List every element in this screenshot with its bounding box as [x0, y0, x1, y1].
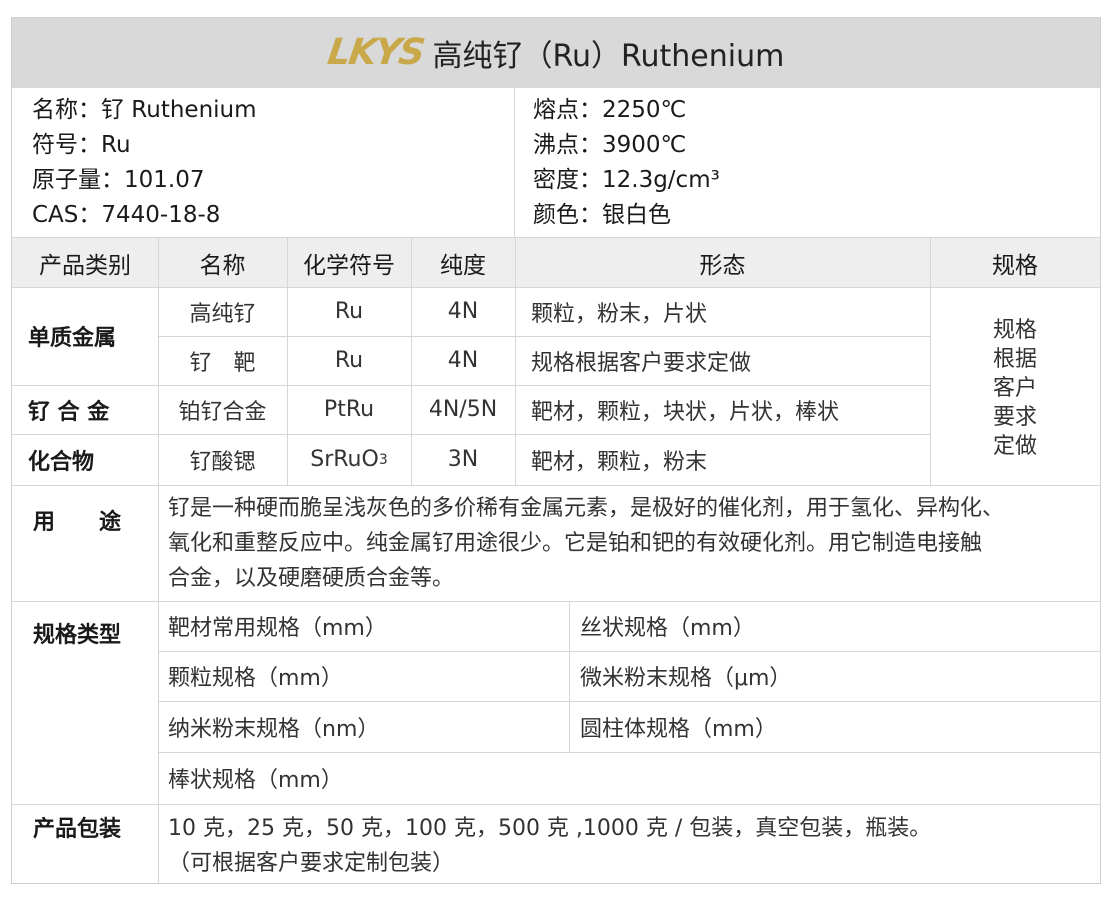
info-density: 密度：12.3g/cm³ — [533, 167, 720, 193]
info-boiling-point: 沸点：3900℃ — [533, 132, 687, 158]
info-right: 熔点：2250℃ 沸点：3900℃ 密度：12.3g/cm³ 颜色：银白色 — [533, 93, 720, 233]
table-row-3-purity: 4N/5N — [428, 397, 498, 422]
table-row-3-name: 铂钌合金 — [178, 399, 267, 425]
spec-granule: 颗粒规格（mm） — [168, 666, 343, 691]
header-bar: LKYS 高纯钌（Ru）Ruthenium — [12, 18, 1100, 87]
table-row-1-form: 颗粒，粉末，片状 — [531, 301, 708, 327]
info-name: 名称：钌 Ruthenium — [32, 97, 257, 123]
table-row-4-purity: 3N — [447, 447, 479, 472]
usage-text: 钌是一种硬而脆呈浅灰色的多价稀有金属元素，是极好的催化剂，用于氢化、异构化、 氧… — [168, 491, 1098, 596]
usage-label: 用 途 — [33, 510, 122, 535]
spec-note-line: 规格 — [992, 318, 1037, 343]
brand-logo: LKYS — [324, 32, 426, 73]
info-atomic-weight: 原子量：101.07 — [32, 167, 205, 193]
page-title: 高纯钌（Ru）Ruthenium — [432, 38, 785, 74]
usage-line: 氧化和重整反应中。纯金属钌用途很少。它是铂和钯的有效硬化剂。用它制造电接触 — [168, 531, 983, 556]
th-purity: 纯度 — [440, 252, 486, 279]
spec-nano-powder: 纳米粉末规格（nm） — [168, 716, 380, 742]
table-row-2-purity: 4N — [447, 348, 479, 373]
table-row-3-symbol: PtRu — [323, 397, 375, 422]
category-single-metal: 单质金属 — [28, 326, 117, 351]
spec-note-line: 要求 — [992, 405, 1037, 430]
info-cas: CAS：7440-18-8 — [32, 202, 221, 228]
spec-note-line: 客户 — [992, 376, 1037, 401]
table-row-4-symbol: SrRuO 3 — [287, 434, 411, 485]
th-symbol: 化学符号 — [303, 252, 395, 279]
packaging-line: （可根据客户要求定制包装） — [168, 851, 455, 876]
table-row-4-name: 钌酸锶 — [189, 449, 256, 475]
th-spec: 规格 — [992, 252, 1038, 279]
spec-types-label: 规格类型 — [33, 623, 122, 648]
info-symbol: 符号：Ru — [32, 132, 131, 158]
table-row-2-symbol: Ru — [334, 348, 364, 373]
spec-rod: 棒状规格（mm） — [168, 768, 343, 793]
spec-note: 规格 根据 客户 要求 定做 — [930, 316, 1100, 461]
th-form: 形态 — [699, 252, 746, 279]
info-melting-point: 熔点：2250℃ — [533, 97, 687, 123]
usage-line: 钌是一种硬而脆呈浅灰色的多价稀有金属元素，是极好的催化剂，用于氢化、异构化、 — [168, 496, 1005, 521]
th-category: 产品类别 — [39, 252, 131, 279]
table-row-2-form: 规格根据客户要求定做 — [531, 350, 752, 376]
symbol-subscript: 3 — [378, 451, 388, 468]
spec-target: 靶材常用规格（mm） — [168, 616, 387, 641]
packaging-line: 10 克，25 克，50 克，100 克，500 克 ,1000 克 / 包装，… — [168, 816, 932, 841]
category-compound: 化合物 — [28, 449, 95, 475]
product-sheet: LKYS 高纯钌（Ru）Ruthenium 名称：钌 Ruthenium 符号：… — [11, 17, 1101, 884]
packaging-label: 产品包装 — [33, 817, 122, 842]
category-alloy: 钌 合 金 — [28, 399, 110, 425]
table-row-1-symbol: Ru — [334, 299, 364, 324]
packaging-text: 10 克，25 克，50 克，100 克，500 克 ,1000 克 / 包装，… — [168, 811, 1098, 881]
th-name: 名称 — [199, 252, 246, 279]
table-row-1-purity: 4N — [447, 299, 479, 324]
usage-line: 合金，以及硬磨硬质合金等。 — [168, 566, 455, 591]
info-color: 颜色：银白色 — [533, 202, 671, 228]
spec-micro-powder: 微米粉末规格（μm） — [580, 666, 792, 691]
table-row-2-name: 钌 靶 — [189, 350, 256, 376]
table-row-1-name: 高纯钌 — [189, 301, 256, 327]
table-row-3-form: 靶材，颗粒，块状，片状，棒状 — [531, 399, 840, 425]
spec-note-line: 定做 — [992, 434, 1037, 459]
spec-note-line: 根据 — [992, 347, 1037, 372]
table-row-4-form: 靶材，颗粒，粉末 — [531, 449, 708, 475]
info-left: 名称：钌 Ruthenium 符号：Ru 原子量：101.07 CAS：7440… — [32, 93, 257, 233]
spec-cylinder: 圆柱体规格（mm） — [580, 716, 777, 742]
spec-wire: 丝状规格（mm） — [580, 616, 755, 641]
symbol-main: SrRuO — [310, 447, 379, 472]
